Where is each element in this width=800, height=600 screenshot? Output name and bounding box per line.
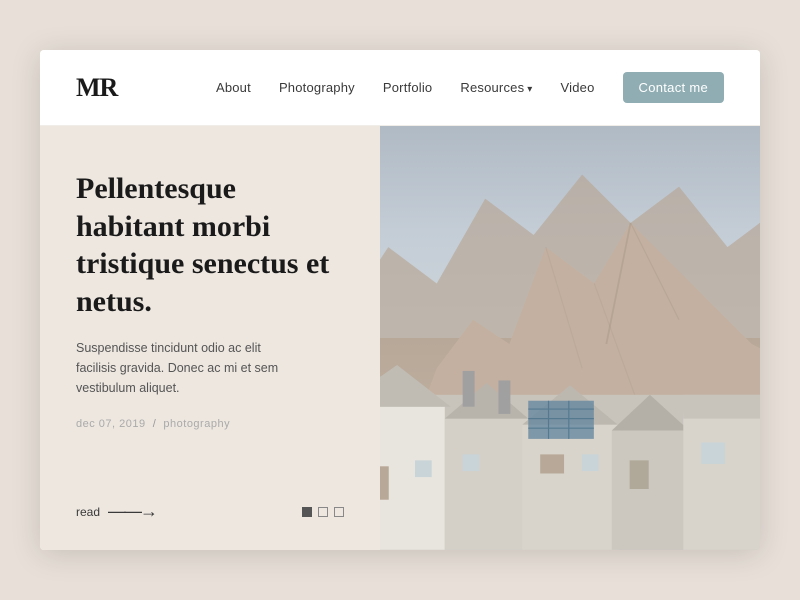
slide-indicator-1[interactable] xyxy=(302,507,312,517)
slide-indicator-2[interactable] xyxy=(318,507,328,517)
article-excerpt: Suspendisse tincidunt odio ac elit facil… xyxy=(76,338,296,398)
nav-video[interactable]: Video xyxy=(561,80,595,95)
article-meta: dec 07, 2019 / photography xyxy=(76,418,344,430)
hero-image xyxy=(380,126,760,550)
article-body: Pellentesque habitant morbi tristique se… xyxy=(76,170,344,471)
read-arrow-icon: ——→ xyxy=(108,501,156,522)
slide-indicators xyxy=(302,507,344,517)
nav-portfolio[interactable]: Portfolio xyxy=(383,80,433,95)
browser-window: MR About Photography Portfolio Resources… xyxy=(40,50,760,550)
nav-about[interactable]: About xyxy=(216,80,251,95)
main-content: Pellentesque habitant morbi tristique se… xyxy=(40,126,760,550)
hero-image-panel xyxy=(380,126,760,550)
header: MR About Photography Portfolio Resources… xyxy=(40,50,760,126)
article-date: dec 07, 2019 xyxy=(76,418,146,430)
read-label: read xyxy=(76,505,100,519)
nav-photography[interactable]: Photography xyxy=(279,80,355,95)
slide-indicator-3[interactable] xyxy=(334,507,344,517)
nav-resources[interactable]: Resources xyxy=(460,80,532,95)
read-more-link[interactable]: read ——→ xyxy=(76,501,156,522)
contact-button[interactable]: Contact me xyxy=(623,72,724,103)
main-nav: About Photography Portfolio Resources Vi… xyxy=(216,72,724,103)
article-footer: read ——→ xyxy=(76,501,344,522)
article-panel: Pellentesque habitant morbi tristique se… xyxy=(40,126,380,550)
article-category: photography xyxy=(163,418,230,430)
site-logo: MR xyxy=(76,73,117,103)
houses-layer xyxy=(380,359,760,550)
article-title: Pellentesque habitant morbi tristique se… xyxy=(76,170,344,320)
